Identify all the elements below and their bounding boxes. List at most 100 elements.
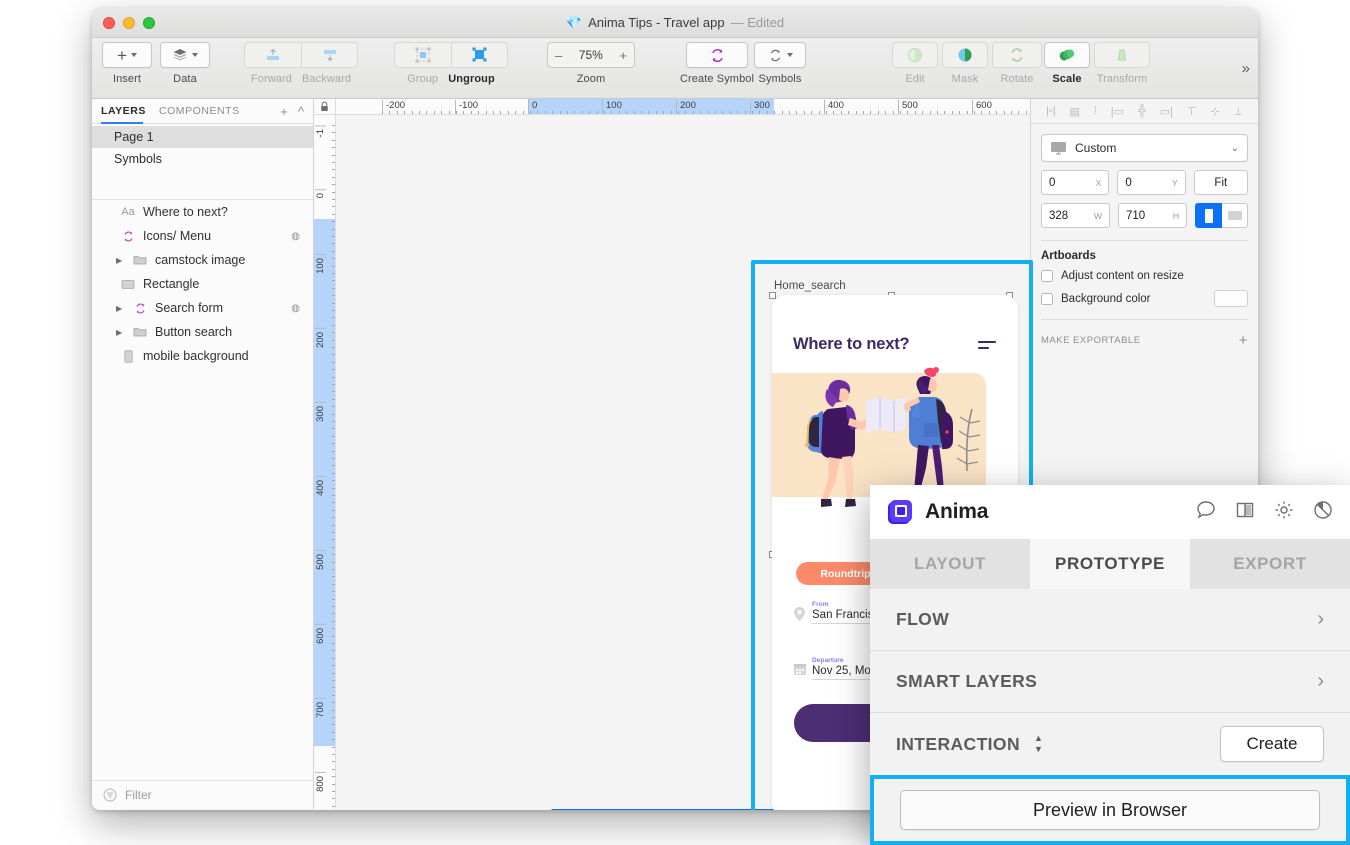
toolbar-item-zoom[interactable]: – 75% + Zoom bbox=[547, 42, 635, 85]
tab-components[interactable]: COMPONENTS bbox=[159, 105, 240, 117]
align-right-edges-icon[interactable]: ▭| bbox=[1160, 105, 1173, 118]
create-symbol-button[interactable] bbox=[686, 42, 748, 68]
ungroup-icon bbox=[469, 46, 491, 64]
toolbar-overflow-button[interactable]: » bbox=[1242, 60, 1248, 77]
data-button[interactable] bbox=[160, 42, 210, 68]
toolbar-label-data: Data bbox=[173, 73, 197, 85]
scale-button[interactable] bbox=[1044, 42, 1090, 68]
align-center-horizontal-icon[interactable]: ▤ bbox=[1069, 105, 1079, 118]
background-color-label: Background color bbox=[1061, 293, 1151, 305]
hamburger-icon[interactable] bbox=[978, 341, 996, 352]
create-interaction-button[interactable]: Create bbox=[1220, 726, 1324, 762]
create-symbol-icon bbox=[709, 47, 726, 64]
toolbar-label-create-symbol: Create Symbol bbox=[680, 73, 754, 85]
stepper-up-down-icon[interactable]: ▲▼ bbox=[1034, 734, 1043, 754]
tab-layers[interactable]: LAYERS bbox=[101, 105, 146, 117]
toolbar-item-scale[interactable]: Scale bbox=[1044, 42, 1090, 85]
layer-filter-bar[interactable]: Filter bbox=[92, 780, 313, 809]
toolbar-item-symbols[interactable]: Symbols bbox=[754, 42, 806, 85]
chevron-up-icon[interactable]: ^ bbox=[298, 104, 304, 119]
adjust-content-on-resize-row[interactable]: Adjust content on resize bbox=[1041, 270, 1248, 282]
split-view-icon[interactable] bbox=[1234, 499, 1256, 526]
anima-row-flow[interactable]: FLOW › bbox=[870, 589, 1350, 651]
toolbar-item-insert[interactable]: + Insert bbox=[102, 42, 152, 85]
preview-in-browser-button[interactable]: Preview in Browser bbox=[900, 790, 1320, 830]
fit-button[interactable]: Fit bbox=[1194, 170, 1248, 195]
visibility-eye-icon[interactable]: ◍ bbox=[291, 231, 300, 242]
align-top-icon[interactable]: ⊤ bbox=[1187, 105, 1197, 118]
bring-forward-icon bbox=[263, 46, 283, 64]
layer-row-where-to-next[interactable]: Aa Where to next? bbox=[92, 200, 313, 224]
zoom-stepper[interactable]: – 75% + bbox=[547, 42, 635, 68]
resize-handle-tl[interactable] bbox=[769, 292, 776, 299]
disclosure-triangle-icon[interactable]: ▶ bbox=[116, 304, 125, 313]
comment-icon[interactable] bbox=[1195, 499, 1217, 526]
folder-icon bbox=[132, 254, 148, 266]
page-item-page1[interactable]: Page 1 bbox=[92, 126, 313, 148]
align-left-edges-icon[interactable]: |▭ bbox=[1111, 105, 1124, 118]
x-field[interactable]: 0 X bbox=[1041, 170, 1109, 195]
layer-row-button-search[interactable]: ▶ Button search bbox=[92, 320, 313, 344]
ruler-v-tick: -1 bbox=[315, 125, 326, 137]
ungroup-button[interactable] bbox=[451, 42, 508, 68]
location-pin-icon bbox=[794, 607, 805, 621]
distribute-icon[interactable]: ⁞ bbox=[1094, 105, 1097, 117]
align-middle-icon[interactable]: ⊹ bbox=[1210, 105, 1219, 118]
layer-label: Icons/ Menu bbox=[143, 229, 211, 243]
gear-icon[interactable] bbox=[1273, 499, 1295, 526]
chevron-down-icon[interactable]: ⌄ bbox=[1231, 143, 1239, 154]
main-toolbar: + Insert Data bbox=[92, 38, 1258, 99]
layer-row-mobile-background[interactable]: mobile background bbox=[92, 344, 313, 368]
anima-header: Anima bbox=[870, 485, 1350, 539]
rotate-button bbox=[992, 42, 1042, 68]
artboard-preset-select[interactable]: Custom ⌄ bbox=[1041, 134, 1248, 162]
symbols-button[interactable] bbox=[754, 42, 806, 68]
flow-label: FLOW bbox=[896, 609, 949, 630]
page-item-symbols[interactable]: Symbols bbox=[92, 148, 313, 170]
disclosure-triangle-icon[interactable]: ▶ bbox=[116, 328, 125, 337]
anima-row-smart-layers[interactable]: SMART LAYERS › bbox=[870, 651, 1350, 713]
add-export-icon[interactable]: + bbox=[1239, 332, 1248, 349]
toolbar-label-ungroup: Ungroup bbox=[448, 73, 495, 85]
align-center-icon[interactable]: ╬ bbox=[1138, 105, 1146, 117]
y-field[interactable]: 0 Y bbox=[1117, 170, 1185, 195]
chevron-down-icon bbox=[131, 53, 137, 57]
height-field[interactable]: 710 H bbox=[1118, 203, 1187, 228]
make-exportable-row[interactable]: MAKE EXPORTABLE + bbox=[1041, 329, 1248, 349]
background-color-checkbox[interactable] bbox=[1041, 293, 1053, 305]
align-bottom-icon[interactable]: ⊥ bbox=[1233, 105, 1243, 118]
align-left-icon[interactable]: |▫| bbox=[1046, 105, 1056, 117]
layer-row-icons-menu[interactable]: Icons/ Menu ◍ bbox=[92, 224, 313, 248]
width-field[interactable]: 328 W bbox=[1041, 203, 1110, 228]
zoom-in-button[interactable]: + bbox=[619, 48, 627, 63]
background-color-row[interactable]: Background color bbox=[1041, 290, 1248, 307]
ruler-v-tick: 700 bbox=[315, 698, 326, 718]
transform-button bbox=[1094, 42, 1150, 68]
toolbar-item-edit: Edit bbox=[892, 42, 938, 85]
zoom-out-button[interactable]: – bbox=[555, 48, 562, 63]
adjust-content-checkbox[interactable] bbox=[1041, 270, 1053, 282]
disable-icon[interactable] bbox=[1312, 499, 1334, 526]
layer-row-rectangle[interactable]: Rectangle bbox=[92, 272, 313, 296]
toolbar-label-backward: Backward bbox=[302, 73, 351, 85]
add-page-icon[interactable]: + bbox=[280, 104, 288, 119]
orientation-landscape-button[interactable] bbox=[1222, 203, 1248, 228]
chevron-right-icon[interactable]: › bbox=[1317, 670, 1324, 693]
chevron-right-icon[interactable]: › bbox=[1317, 608, 1324, 631]
layer-row-search-form[interactable]: ▶ Search form ◍ bbox=[92, 296, 313, 320]
chevron-down-icon bbox=[787, 53, 793, 57]
disclosure-triangle-icon[interactable]: ▶ bbox=[116, 256, 125, 265]
toolbar-item-create-symbol[interactable]: Create Symbol bbox=[680, 42, 754, 85]
background-color-swatch[interactable] bbox=[1214, 290, 1248, 307]
toolbar-item-data[interactable]: Data bbox=[160, 42, 210, 85]
tab-layout[interactable]: LAYOUT bbox=[870, 539, 1030, 589]
tab-export[interactable]: EXPORT bbox=[1190, 539, 1350, 589]
visibility-eye-icon[interactable]: ◍ bbox=[291, 303, 300, 314]
tab-prototype[interactable]: PROTOTYPE bbox=[1030, 539, 1190, 589]
layer-row-camstock-image[interactable]: ▶ camstock image bbox=[92, 248, 313, 272]
edit-button bbox=[892, 42, 938, 68]
x-unit: X bbox=[1096, 178, 1102, 188]
plus-icon: + bbox=[117, 47, 127, 64]
insert-button[interactable]: + bbox=[102, 42, 152, 68]
orientation-portrait-button[interactable] bbox=[1195, 203, 1222, 228]
